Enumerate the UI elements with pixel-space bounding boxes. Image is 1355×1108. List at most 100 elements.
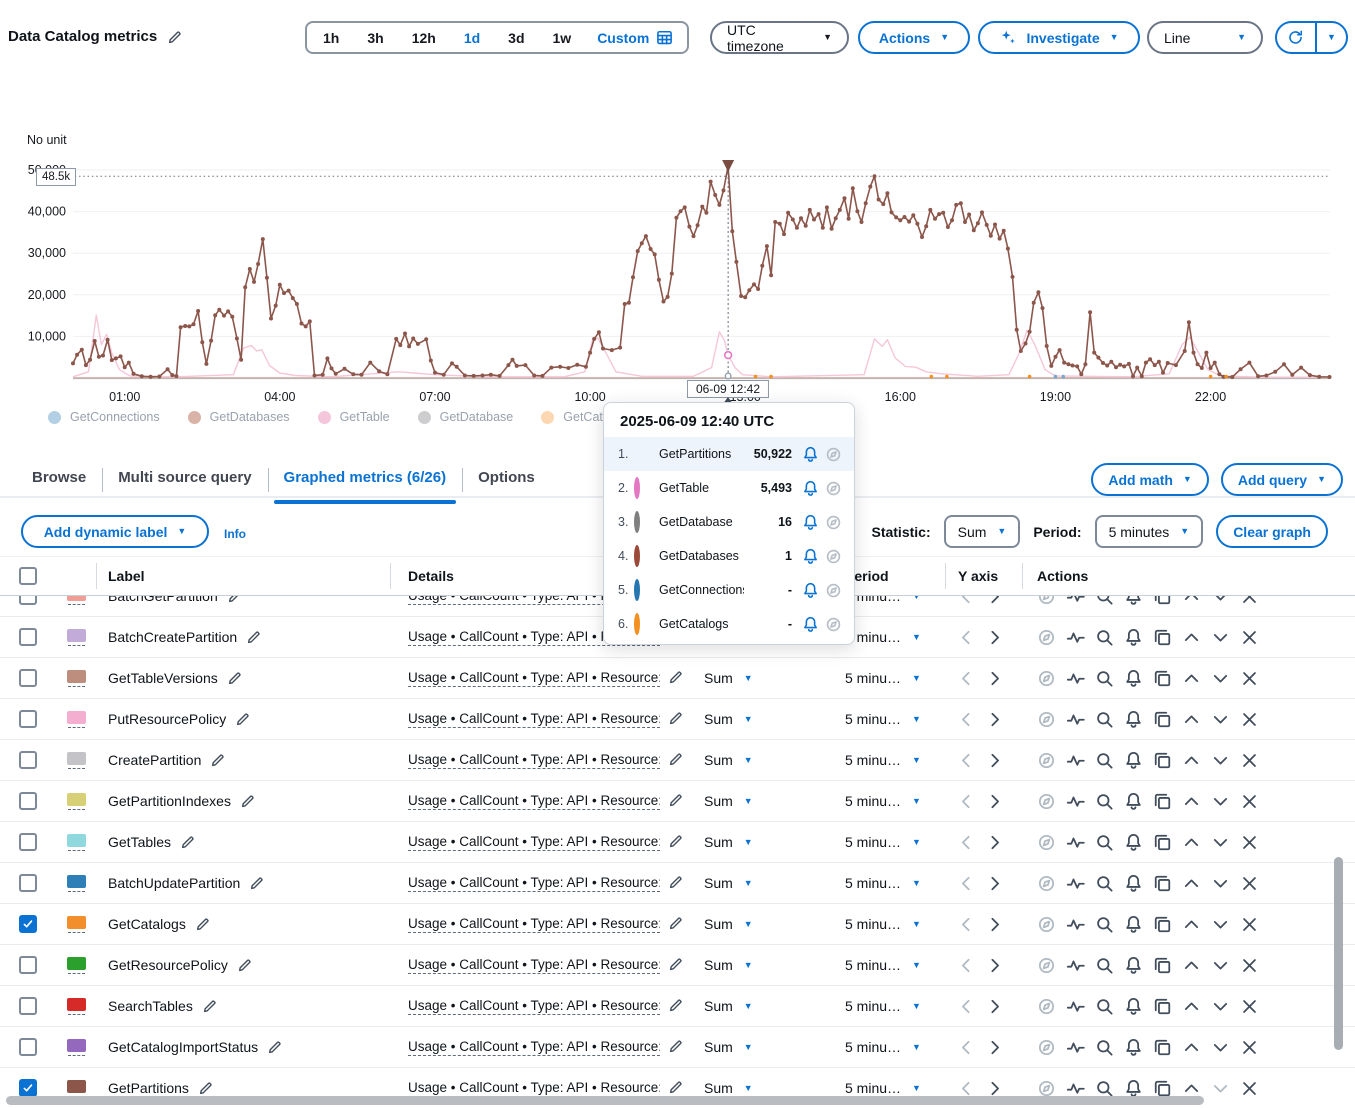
investigate-compass-button[interactable] [1037, 669, 1056, 688]
edit-details-pencil-icon[interactable] [668, 670, 685, 687]
duplicate-button[interactable] [1153, 874, 1172, 893]
y-axis-left-button[interactable] [957, 669, 976, 688]
duplicate-button[interactable] [1153, 1038, 1172, 1057]
create-alarm-button[interactable] [1124, 833, 1143, 852]
metrics-line-chart[interactable]: 50,00040,00030,00020,00010,00001:0004:00… [0, 0, 1355, 445]
remove-metric-button[interactable] [1240, 997, 1259, 1016]
investigate-compass-button[interactable] [1037, 1079, 1056, 1098]
chevron-down-icon[interactable]: ▼ [744, 879, 753, 888]
row-checkbox[interactable] [19, 833, 37, 851]
remove-metric-button[interactable] [1240, 874, 1259, 893]
chevron-down-icon[interactable]: ▼ [744, 756, 753, 765]
chevron-down-icon[interactable]: ▼ [912, 674, 921, 683]
move-up-button[interactable] [1182, 874, 1201, 893]
chevron-down-icon[interactable]: ▼ [912, 596, 921, 601]
edit-details-pencil-icon[interactable] [668, 957, 685, 974]
create-alarm-button[interactable] [1124, 874, 1143, 893]
move-up-button[interactable] [1182, 1038, 1201, 1057]
move-up-button[interactable] [1182, 628, 1201, 647]
anomaly-detection-button[interactable] [1066, 833, 1085, 852]
anomaly-detection-button[interactable] [1066, 915, 1085, 934]
edit-details-pencil-icon[interactable] [668, 834, 685, 851]
edit-details-pencil-icon[interactable] [668, 1080, 685, 1097]
y-axis-left-button[interactable] [957, 1079, 976, 1098]
row-color-swatch[interactable] [56, 629, 96, 646]
row-details[interactable]: Usage • CallCount • Type: API • Resource… [408, 1080, 660, 1097]
y-axis-right-button[interactable] [985, 669, 1004, 688]
remove-metric-button[interactable] [1240, 710, 1259, 729]
create-alarm-button[interactable] [1124, 1038, 1143, 1057]
clear-graph-button[interactable]: Clear graph [1216, 515, 1328, 548]
row-details[interactable]: Usage • CallCount • Type: API • Resource… [408, 711, 660, 728]
row-details[interactable]: Usage • CallCount • Type: API • Resource… [408, 752, 660, 769]
y-axis-left-button[interactable] [957, 874, 976, 893]
move-up-button[interactable] [1182, 596, 1201, 606]
remove-metric-button[interactable] [1240, 833, 1259, 852]
move-up-button[interactable] [1182, 915, 1201, 934]
y-axis-left-button[interactable] [957, 997, 976, 1016]
duplicate-button[interactable] [1153, 710, 1172, 729]
row-details[interactable]: Usage • CallCount • Type: API • Resource… [408, 834, 660, 851]
row-color-swatch[interactable] [56, 793, 96, 810]
row-checkbox[interactable] [19, 628, 37, 646]
zoom-to-metric-button[interactable] [1095, 628, 1114, 647]
remove-metric-button[interactable] [1240, 1038, 1259, 1057]
investigate-compass-button[interactable] [1037, 997, 1056, 1016]
investigate-compass-button[interactable] [1037, 628, 1056, 647]
edit-label-pencil-icon[interactable] [267, 1039, 284, 1056]
row-checkbox[interactable] [19, 710, 37, 728]
create-alarm-button[interactable] [1124, 751, 1143, 770]
select-all-checkbox[interactable] [19, 567, 37, 585]
y-axis-right-button[interactable] [985, 1079, 1004, 1098]
zoom-to-metric-button[interactable] [1095, 792, 1114, 811]
remove-metric-button[interactable] [1240, 628, 1259, 647]
y-axis-right-button[interactable] [985, 1038, 1004, 1057]
zoom-to-metric-button[interactable] [1095, 915, 1114, 934]
chevron-down-icon[interactable]: ▼ [912, 838, 921, 847]
chevron-down-icon[interactable]: ▼ [912, 633, 921, 642]
row-checkbox[interactable] [19, 874, 37, 892]
create-alarm-bell-icon[interactable] [802, 616, 819, 633]
horizontal-scrollbar[interactable] [6, 1096, 1204, 1105]
y-axis-left-button[interactable] [957, 596, 976, 606]
y-axis-right-button[interactable] [985, 956, 1004, 975]
zoom-to-metric-button[interactable] [1095, 874, 1114, 893]
investigate-compass-icon[interactable] [825, 582, 842, 599]
row-color-swatch[interactable] [56, 957, 96, 974]
create-alarm-bell-icon[interactable] [802, 548, 819, 565]
anomaly-detection-button[interactable] [1066, 596, 1085, 606]
move-down-button[interactable] [1211, 915, 1230, 934]
create-alarm-button[interactable] [1124, 997, 1143, 1016]
move-down-button[interactable] [1211, 997, 1230, 1016]
move-up-button[interactable] [1182, 1079, 1201, 1098]
investigate-compass-icon[interactable] [825, 616, 842, 633]
move-up-button[interactable] [1182, 669, 1201, 688]
anomaly-detection-button[interactable] [1066, 956, 1085, 975]
zoom-to-metric-button[interactable] [1095, 669, 1114, 688]
row-color-swatch[interactable] [56, 1080, 96, 1097]
move-down-button[interactable] [1211, 874, 1230, 893]
y-axis-left-button[interactable] [957, 915, 976, 934]
edit-label-pencil-icon[interactable] [180, 834, 197, 851]
create-alarm-button[interactable] [1124, 792, 1143, 811]
remove-metric-button[interactable] [1240, 915, 1259, 934]
y-axis-right-button[interactable] [985, 628, 1004, 647]
edit-label-pencil-icon[interactable] [198, 1080, 215, 1097]
investigate-compass-button[interactable] [1037, 874, 1056, 893]
edit-details-pencil-icon[interactable] [668, 752, 685, 769]
row-checkbox[interactable] [19, 915, 37, 933]
y-axis-right-button[interactable] [985, 596, 1004, 606]
chevron-down-icon[interactable]: ▼ [912, 920, 921, 929]
move-down-button[interactable] [1211, 1079, 1230, 1098]
tab-browse[interactable]: Browse [16, 461, 102, 494]
y-axis-right-button[interactable] [985, 833, 1004, 852]
move-down-button[interactable] [1211, 596, 1230, 606]
zoom-to-metric-button[interactable] [1095, 1079, 1114, 1098]
duplicate-button[interactable] [1153, 997, 1172, 1016]
create-alarm-button[interactable] [1124, 956, 1143, 975]
create-alarm-button[interactable] [1124, 1079, 1143, 1098]
duplicate-button[interactable] [1153, 915, 1172, 934]
create-alarm-button[interactable] [1124, 628, 1143, 647]
row-details[interactable]: Usage • CallCount • Type: API • Resource… [408, 916, 660, 933]
create-alarm-bell-icon[interactable] [802, 582, 819, 599]
